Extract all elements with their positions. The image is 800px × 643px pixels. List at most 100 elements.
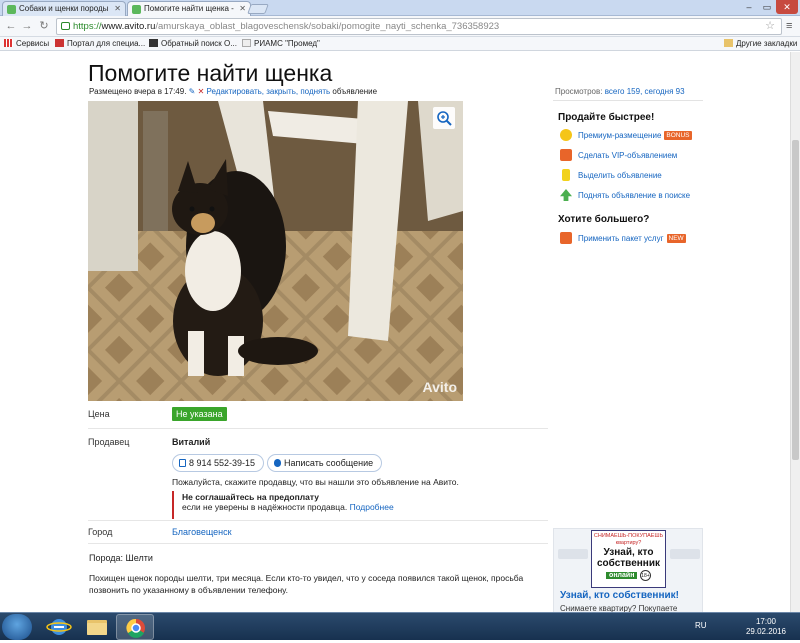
write-message-button[interactable]: Написать сообщение bbox=[267, 454, 383, 472]
ad-card: СНИМАЕШЬ-ПОКУПАЕШЬ квартиру? Узнай, кто … bbox=[591, 530, 666, 588]
apply-package-link[interactable]: Применить пакет услуг NEW bbox=[560, 232, 686, 244]
bookmarks-bar: Сервисы Портал для специа... Обратный по… bbox=[0, 37, 800, 51]
bookmark-label: Другие закладки bbox=[736, 39, 798, 48]
avito-watermark: Avito bbox=[422, 379, 457, 395]
bookmark-apps[interactable]: Сервисы bbox=[4, 39, 49, 48]
ie-taskbar-button[interactable] bbox=[40, 614, 78, 640]
browser-toolbar: ← → ↻ https://www.avito.ru/amurskaya_obl… bbox=[0, 16, 800, 37]
clock-date: 29.02.2016 bbox=[745, 627, 786, 636]
prepayment-warning: Не соглашайтесь на предоплату если не ув… bbox=[172, 491, 432, 519]
minimize-button[interactable]: – bbox=[740, 0, 758, 14]
bonus-badge: BONUS bbox=[664, 131, 692, 140]
highlight-listing-link[interactable]: Выделить объявление bbox=[560, 169, 662, 181]
tab-title: Собаки и щенки породы bbox=[19, 4, 109, 13]
up-arrow-icon bbox=[560, 189, 572, 201]
url-host: www.avito.ru bbox=[101, 21, 156, 32]
ad-blurred-text bbox=[558, 549, 588, 559]
scrollbar[interactable] bbox=[790, 52, 800, 612]
item-label: Применить пакет услуг bbox=[578, 234, 664, 243]
ad-card-big: Узнай, кто собственник bbox=[597, 547, 660, 569]
edit-links[interactable]: Редактировать, закрыть, поднять bbox=[207, 87, 331, 96]
premium-placement-link[interactable]: Премиум-размещение BONUS bbox=[560, 129, 692, 141]
chrome-icon bbox=[126, 618, 145, 638]
explorer-taskbar-button[interactable] bbox=[78, 614, 116, 640]
bookmark-portal[interactable]: Портал для специа... bbox=[55, 39, 145, 48]
back-arrow-icon[interactable]: ← bbox=[4, 19, 18, 33]
chrome-taskbar-button[interactable] bbox=[116, 614, 154, 640]
vip-icon bbox=[560, 149, 572, 161]
avito-favicon-icon bbox=[7, 5, 16, 14]
url-path: /amurskaya_oblast_blagoveschensk/sobaki/… bbox=[155, 21, 500, 32]
sell-faster-heading: Продайте быстрее! bbox=[558, 112, 655, 123]
portal-icon bbox=[55, 39, 64, 47]
apps-grid-icon bbox=[4, 39, 13, 47]
views-counter: Просмотров: всего 159, сегодня 93 bbox=[555, 87, 685, 96]
item-label: Поднять объявление в поиске bbox=[578, 191, 691, 200]
forward-arrow-icon[interactable]: → bbox=[20, 19, 34, 33]
price-badge: Не указана bbox=[172, 407, 227, 421]
raise-listing-link[interactable]: Поднять объявление в поиске bbox=[560, 189, 691, 201]
bookmark-label: Портал для специа... bbox=[67, 39, 146, 48]
make-vip-link[interactable]: Сделать VIP-объявлением bbox=[560, 149, 677, 161]
close-tab-icon[interactable]: ✕ bbox=[114, 4, 121, 13]
item-label: Выделить объявление bbox=[578, 171, 662, 180]
system-clock[interactable]: 17:00 29.02.2016 bbox=[746, 617, 786, 637]
menu-icon[interactable]: ≡ bbox=[786, 20, 792, 32]
chat-bubble-icon bbox=[274, 459, 281, 467]
price-label: Цена bbox=[88, 409, 110, 419]
ad-card-small: СНИМАЕШЬ-ПОКУПАЕШЬ квартиру? bbox=[593, 533, 664, 546]
close-tab-icon[interactable]: ✕ bbox=[239, 4, 246, 13]
address-bar[interactable]: https://www.avito.ru/amurskaya_oblast_bl… bbox=[56, 18, 782, 35]
warning-text: если не уверены в надёжности продавца. bbox=[182, 502, 348, 512]
new-badge: NEW bbox=[666, 234, 686, 243]
package-box-icon bbox=[560, 232, 572, 244]
premium-coin-icon bbox=[560, 129, 572, 141]
scrollbar-thumb[interactable] bbox=[792, 140, 799, 460]
tab-title: Помогите найти щенка - bbox=[144, 4, 234, 13]
want-more-heading: Хотите большего? bbox=[558, 214, 650, 225]
close-window-button[interactable]: ✕ bbox=[776, 0, 798, 14]
posted-info: Размещено вчера в 17:49. ✎ ✕ Редактирова… bbox=[89, 87, 377, 96]
item-label: Премиум-размещение bbox=[578, 131, 662, 140]
divider bbox=[88, 428, 548, 429]
bookmark-label: РИАМС "Промед" bbox=[254, 39, 320, 48]
divider bbox=[553, 100, 703, 101]
warning-more-link[interactable]: Подробнее bbox=[350, 502, 394, 512]
ad-blurred-text bbox=[670, 549, 700, 559]
bookmark-reverse-search[interactable]: Обратный поиск О... bbox=[149, 39, 237, 48]
tab-pomogite[interactable]: Помогите найти щенка - ✕ bbox=[127, 1, 251, 16]
bookmark-label: Обратный поиск О... bbox=[161, 39, 237, 48]
bookmark-label: Сервисы bbox=[16, 39, 50, 48]
views-value[interactable]: всего 159, сегодня 93 bbox=[605, 87, 685, 96]
bookmark-star-icon[interactable]: ☆ bbox=[765, 19, 775, 34]
reload-icon[interactable]: ↻ bbox=[37, 19, 51, 33]
posted-time: Размещено вчера в 17:49. bbox=[89, 87, 187, 96]
listing-photo[interactable]: Avito bbox=[88, 101, 463, 401]
page-icon bbox=[242, 39, 251, 47]
start-button[interactable] bbox=[2, 614, 32, 640]
breed-info: Порода: Шелти bbox=[89, 553, 153, 563]
city-link[interactable]: Благовещенск bbox=[172, 527, 232, 537]
language-indicator[interactable]: RU bbox=[695, 621, 707, 630]
tab-sobaki[interactable]: Собаки и щенки породы ✕ bbox=[2, 1, 126, 16]
clock-time: 17:00 bbox=[755, 617, 776, 626]
maximize-button[interactable]: ▭ bbox=[758, 0, 776, 14]
internet-explorer-icon bbox=[46, 619, 72, 635]
zoom-magnifier-icon bbox=[437, 111, 452, 126]
avito-favicon-icon bbox=[132, 5, 141, 14]
lock-icon bbox=[61, 22, 70, 30]
advertisement[interactable]: СНИМАЕШЬ-ПОКУПАЕШЬ квартиру? Узнай, кто … bbox=[553, 528, 703, 612]
phone-button[interactable]: 8 914 552-39-15 bbox=[172, 454, 265, 472]
ad-age-badge: 18+ bbox=[639, 570, 651, 581]
delete-x-icon[interactable]: ✕ bbox=[198, 87, 205, 96]
phone-icon bbox=[179, 459, 186, 467]
divider bbox=[88, 520, 548, 521]
zoom-button[interactable] bbox=[433, 107, 455, 129]
listing-description: Похищен щенок породы шелти, три месяца. … bbox=[89, 573, 524, 595]
city-label: Город bbox=[88, 527, 113, 537]
bookmark-riams[interactable]: РИАМС "Промед" bbox=[242, 39, 320, 48]
edit-pencil-icon[interactable]: ✎ bbox=[189, 87, 196, 96]
bookmark-other[interactable]: Другие закладки bbox=[724, 39, 797, 48]
ad-title[interactable]: Узнай, кто собственник! bbox=[560, 590, 679, 601]
new-tab-button[interactable] bbox=[247, 4, 269, 14]
